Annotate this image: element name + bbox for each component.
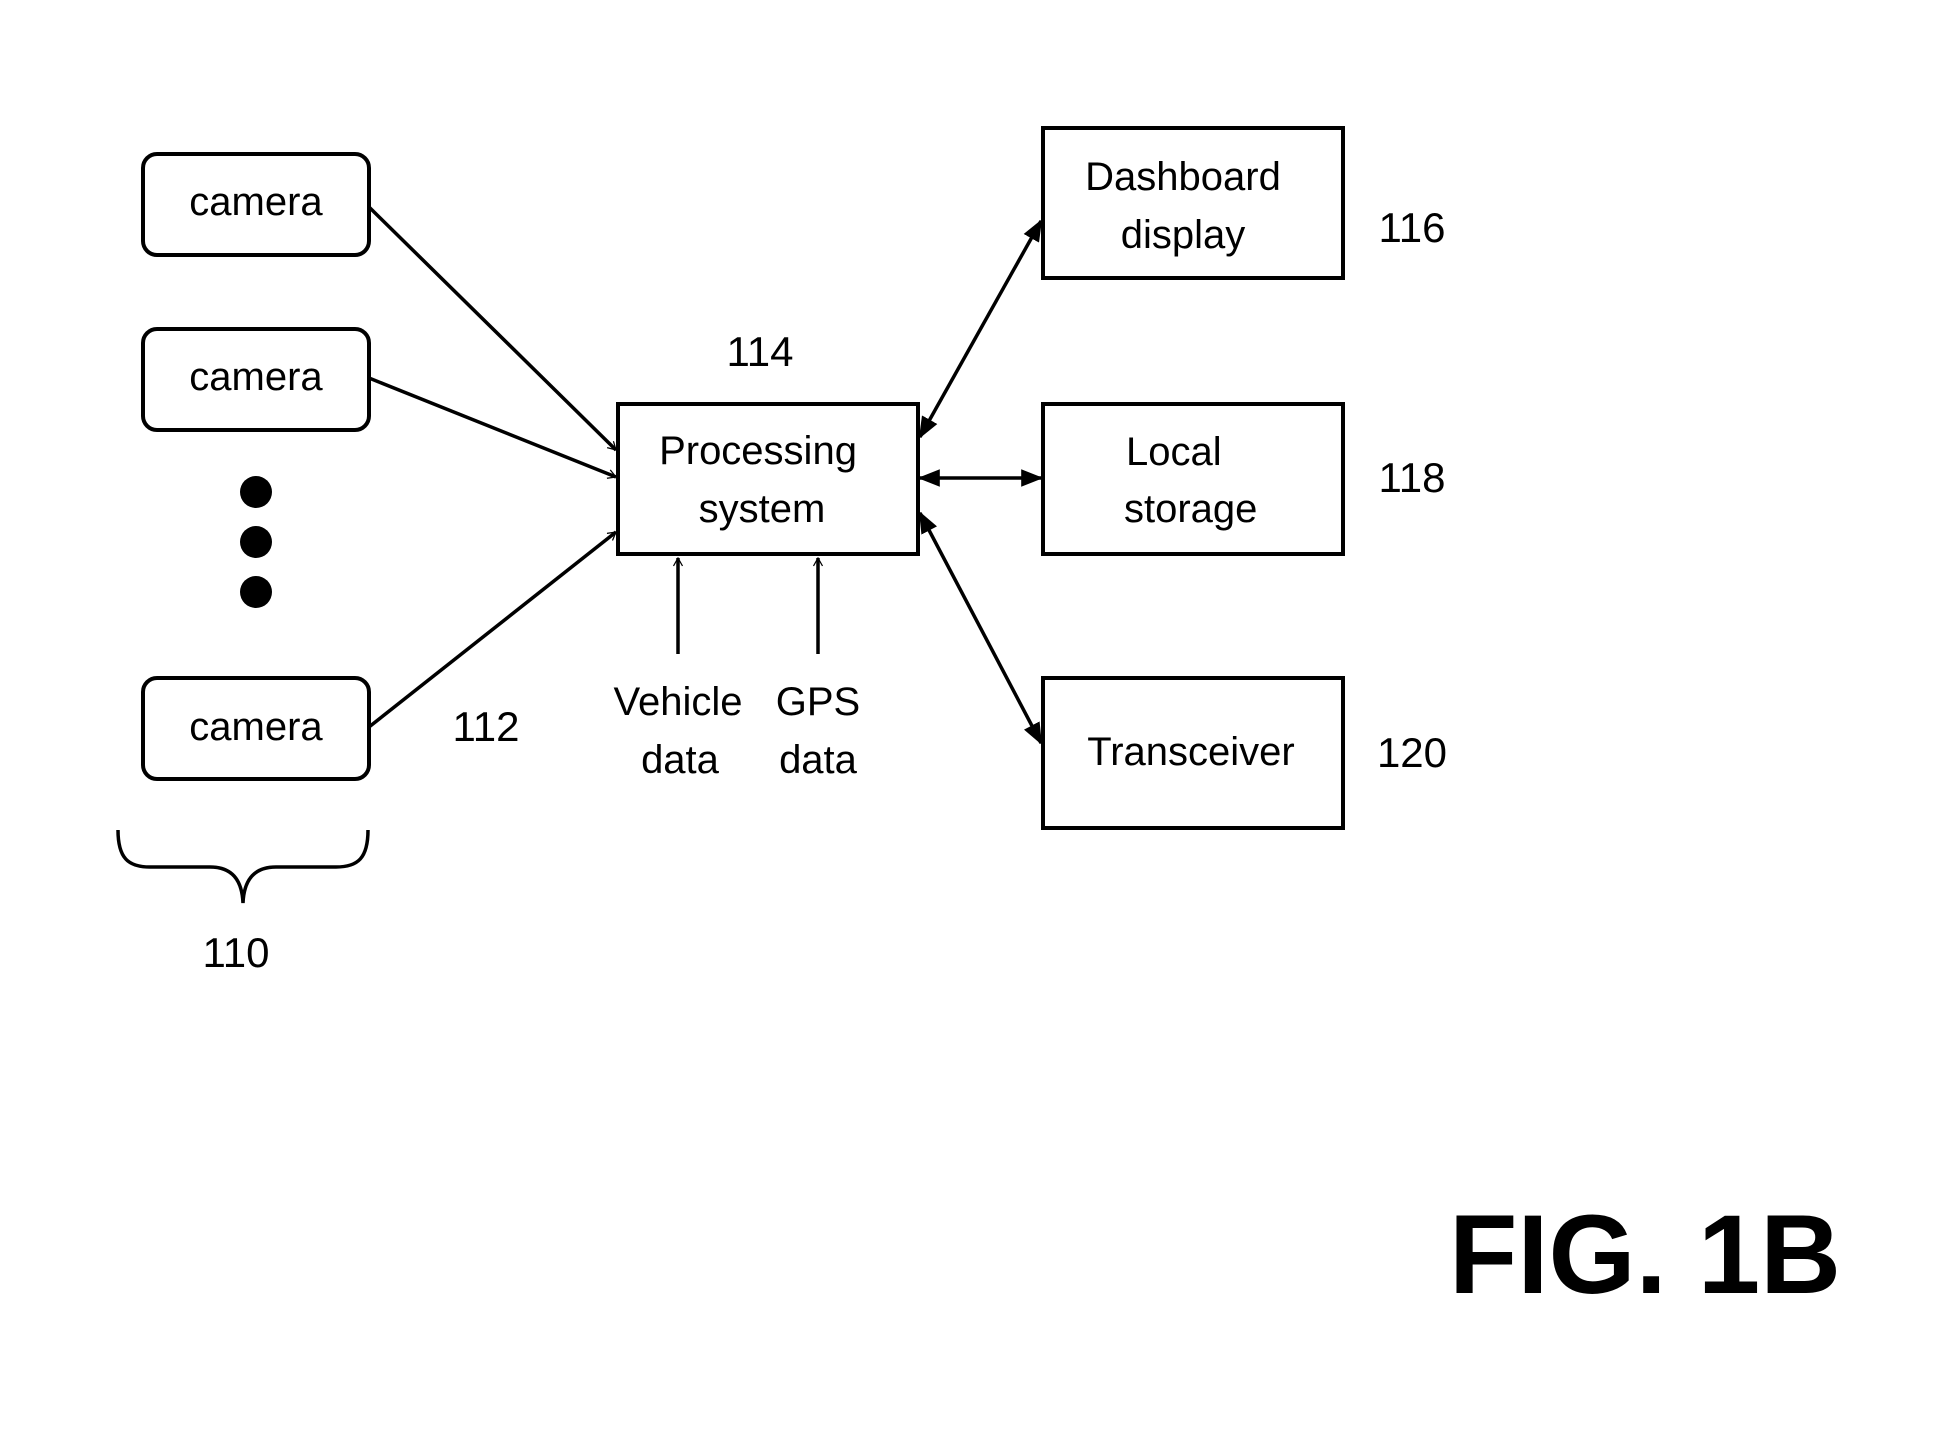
edge-processing-transceiver (918, 511, 1043, 745)
ref-label-114: 114 (727, 328, 794, 375)
figure-label: FIG. 1B (1449, 1192, 1841, 1317)
processing-system-box (616, 402, 920, 556)
local-storage-node: Local storage (1041, 402, 1345, 556)
camera-node-3: camera (141, 676, 371, 781)
ref-label-116: 116 (1379, 204, 1446, 251)
ellipsis-dots (240, 476, 272, 608)
gps-data-line2: data (779, 738, 858, 782)
ellipsis-dot (240, 476, 272, 508)
dashboard-label-line1: Dashboard (1085, 155, 1281, 199)
gps-data-line1: GPS (776, 680, 860, 724)
edge-camera3-processing (367, 530, 618, 729)
local-storage-box (1041, 402, 1345, 556)
camera-label: camera (189, 705, 323, 749)
local-storage-label-line2: storage (1124, 487, 1257, 531)
processing-label-line2: system (699, 487, 826, 531)
edge-processing-dashboard (918, 219, 1043, 439)
camera-label: camera (189, 180, 323, 224)
vehicle-data-line2: data (641, 738, 720, 782)
processing-label-line1: Processing (659, 429, 857, 473)
edge-camera2-processing (368, 376, 616, 477)
ellipsis-dot (240, 526, 272, 558)
vehicle-data-label: Vehicle data (614, 680, 743, 782)
camera-group-brace (116, 829, 370, 904)
processing-system-node: Processing system (616, 402, 920, 556)
ref-label-110: 110 (203, 929, 270, 976)
camera-node-1: camera (141, 152, 371, 257)
camera-label: camera (189, 355, 323, 399)
transceiver-node: Transceiver (1041, 676, 1345, 830)
dashboard-label-line2: display (1121, 213, 1246, 257)
ref-label-120: 120 (1377, 729, 1447, 776)
camera-node-2: camera (141, 327, 371, 432)
dashboard-display-node: Dashboard display (1041, 126, 1345, 280)
ref-label-112: 112 (453, 703, 520, 750)
transceiver-label: Transceiver (1087, 730, 1294, 774)
gps-data-label: GPS data (776, 680, 860, 782)
ellipsis-dot (240, 576, 272, 608)
edge-camera1-processing (367, 205, 618, 452)
block-diagram: camera camera camera 110 112 Processing … (116, 126, 1841, 1317)
local-storage-label-line1: Local (1126, 430, 1222, 474)
vehicle-data-line1: Vehicle (614, 680, 743, 724)
ref-label-118: 118 (1379, 454, 1446, 501)
